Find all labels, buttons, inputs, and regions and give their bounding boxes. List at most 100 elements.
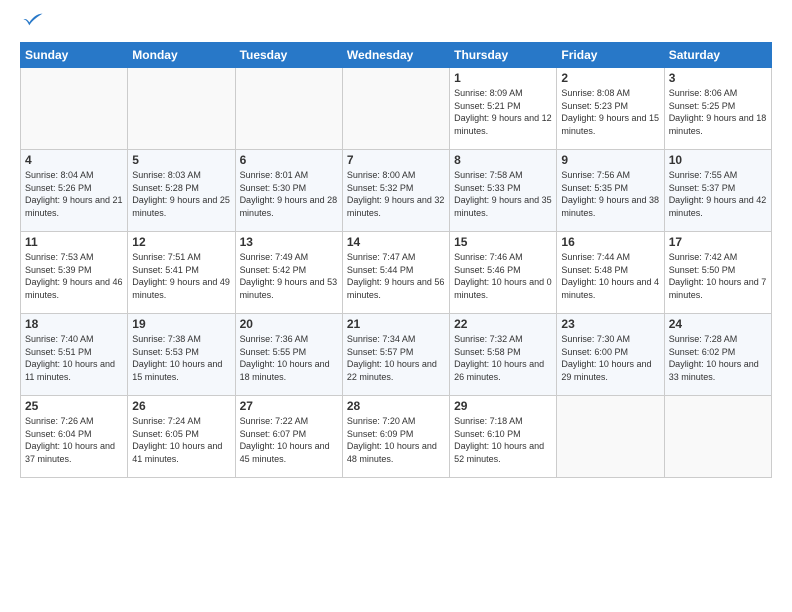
calendar-cell: 18 Sunrise: 7:40 AMSunset: 5:51 PMDayligh… xyxy=(21,314,128,396)
day-number: 22 xyxy=(454,317,552,331)
week-row-3: 11 Sunrise: 7:53 AMSunset: 5:39 PMDayligh… xyxy=(21,232,772,314)
day-number: 6 xyxy=(240,153,338,167)
day-number: 13 xyxy=(240,235,338,249)
week-row-1: 1Sunrise: 8:09 AMSunset: 5:21 PMDaylight… xyxy=(21,68,772,150)
day-number: 5 xyxy=(132,153,230,167)
weekday-saturday: Saturday xyxy=(664,43,771,68)
day-info: Sunrise: 7:51 AMSunset: 5:41 PMDaylight:… xyxy=(132,251,230,301)
day-number: 12 xyxy=(132,235,230,249)
day-number: 4 xyxy=(25,153,123,167)
weekday-thursday: Thursday xyxy=(450,43,557,68)
day-number: 16 xyxy=(561,235,659,249)
calendar-cell: 19 Sunrise: 7:38 AMSunset: 5:53 PMDayligh… xyxy=(128,314,235,396)
calendar-cell: 3Sunrise: 8:06 AMSunset: 5:25 PMDaylight… xyxy=(664,68,771,150)
calendar-cell: 25 Sunrise: 7:26 AMSunset: 6:04 PMDayligh… xyxy=(21,396,128,478)
calendar-cell: 28 Sunrise: 7:20 AMSunset: 6:09 PMDayligh… xyxy=(342,396,449,478)
day-info: Sunrise: 7:44 AMSunset: 5:48 PMDaylight:… xyxy=(561,251,659,301)
calendar-cell: 20 Sunrise: 7:36 AMSunset: 5:55 PMDayligh… xyxy=(235,314,342,396)
day-info: Sunrise: 8:09 AMSunset: 5:21 PMDaylight:… xyxy=(454,87,552,137)
day-info: Sunrise: 7:36 AMSunset: 5:55 PMDaylight:… xyxy=(240,333,338,383)
day-info: Sunrise: 7:42 AMSunset: 5:50 PMDaylight:… xyxy=(669,251,767,301)
calendar-cell: 17 Sunrise: 7:42 AMSunset: 5:50 PMDayligh… xyxy=(664,232,771,314)
calendar-cell xyxy=(128,68,235,150)
page: SundayMondayTuesdayWednesdayThursdayFrid… xyxy=(0,0,792,488)
day-number: 7 xyxy=(347,153,445,167)
day-info: Sunrise: 7:34 AMSunset: 5:57 PMDaylight:… xyxy=(347,333,445,383)
day-info: Sunrise: 8:08 AMSunset: 5:23 PMDaylight:… xyxy=(561,87,659,137)
day-info: Sunrise: 7:47 AMSunset: 5:44 PMDaylight:… xyxy=(347,251,445,301)
calendar-cell: 29 Sunrise: 7:18 AMSunset: 6:10 PMDayligh… xyxy=(450,396,557,478)
day-info: Sunrise: 8:00 AMSunset: 5:32 PMDaylight:… xyxy=(347,169,445,219)
day-info: Sunrise: 7:46 AMSunset: 5:46 PMDaylight:… xyxy=(454,251,552,301)
day-info: Sunrise: 7:20 AMSunset: 6:09 PMDaylight:… xyxy=(347,415,445,465)
logo xyxy=(20,16,44,32)
day-number: 8 xyxy=(454,153,552,167)
calendar-cell xyxy=(342,68,449,150)
calendar-cell: 14 Sunrise: 7:47 AMSunset: 5:44 PMDayligh… xyxy=(342,232,449,314)
calendar-cell xyxy=(235,68,342,150)
day-number: 25 xyxy=(25,399,123,413)
day-info: Sunrise: 7:55 AMSunset: 5:37 PMDaylight:… xyxy=(669,169,767,219)
calendar-cell: 27Sunrise: 7:22 AMSunset: 6:07 PMDayligh… xyxy=(235,396,342,478)
calendar-cell: 21Sunrise: 7:34 AMSunset: 5:57 PMDayligh… xyxy=(342,314,449,396)
day-number: 18 xyxy=(25,317,123,331)
day-number: 29 xyxy=(454,399,552,413)
day-number: 10 xyxy=(669,153,767,167)
day-info: Sunrise: 7:40 AMSunset: 5:51 PMDaylight:… xyxy=(25,333,123,383)
day-info: Sunrise: 7:38 AMSunset: 5:53 PMDaylight:… xyxy=(132,333,230,383)
day-number: 28 xyxy=(347,399,445,413)
calendar-cell xyxy=(21,68,128,150)
day-info: Sunrise: 8:01 AMSunset: 5:30 PMDaylight:… xyxy=(240,169,338,219)
day-info: Sunrise: 7:49 AMSunset: 5:42 PMDaylight:… xyxy=(240,251,338,301)
weekday-sunday: Sunday xyxy=(21,43,128,68)
day-number: 9 xyxy=(561,153,659,167)
calendar-cell: 16 Sunrise: 7:44 AMSunset: 5:48 PMDayligh… xyxy=(557,232,664,314)
calendar-cell: 5 Sunrise: 8:03 AMSunset: 5:28 PMDaylight… xyxy=(128,150,235,232)
day-info: Sunrise: 7:32 AMSunset: 5:58 PMDaylight:… xyxy=(454,333,552,383)
day-number: 17 xyxy=(669,235,767,249)
day-number: 26 xyxy=(132,399,230,413)
calendar-cell: 6 Sunrise: 8:01 AMSunset: 5:30 PMDaylight… xyxy=(235,150,342,232)
day-number: 20 xyxy=(240,317,338,331)
day-info: Sunrise: 7:26 AMSunset: 6:04 PMDaylight:… xyxy=(25,415,123,465)
day-info: Sunrise: 7:24 AMSunset: 6:05 PMDaylight:… xyxy=(132,415,230,465)
day-info: Sunrise: 7:58 AMSunset: 5:33 PMDaylight:… xyxy=(454,169,552,219)
day-info: Sunrise: 8:03 AMSunset: 5:28 PMDaylight:… xyxy=(132,169,230,219)
day-info: Sunrise: 8:06 AMSunset: 5:25 PMDaylight:… xyxy=(669,87,767,137)
calendar-cell: 11 Sunrise: 7:53 AMSunset: 5:39 PMDayligh… xyxy=(21,232,128,314)
day-number: 19 xyxy=(132,317,230,331)
day-info: Sunrise: 7:22 AMSunset: 6:07 PMDaylight:… xyxy=(240,415,338,465)
day-number: 2 xyxy=(561,71,659,85)
calendar-cell: 8 Sunrise: 7:58 AMSunset: 5:33 PMDaylight… xyxy=(450,150,557,232)
calendar-cell: 24 Sunrise: 7:28 AMSunset: 6:02 PMDayligh… xyxy=(664,314,771,396)
day-info: Sunrise: 7:28 AMSunset: 6:02 PMDaylight:… xyxy=(669,333,767,383)
calendar-cell: 26 Sunrise: 7:24 AMSunset: 6:05 PMDayligh… xyxy=(128,396,235,478)
week-row-4: 18 Sunrise: 7:40 AMSunset: 5:51 PMDayligh… xyxy=(21,314,772,396)
day-number: 15 xyxy=(454,235,552,249)
day-info: Sunrise: 7:30 AMSunset: 6:00 PMDaylight:… xyxy=(561,333,659,383)
day-info: Sunrise: 7:53 AMSunset: 5:39 PMDaylight:… xyxy=(25,251,123,301)
calendar-cell: 2 Sunrise: 8:08 AMSunset: 5:23 PMDaylight… xyxy=(557,68,664,150)
day-number: 14 xyxy=(347,235,445,249)
calendar-cell: 10 Sunrise: 7:55 AMSunset: 5:37 PMDayligh… xyxy=(664,150,771,232)
day-number: 11 xyxy=(25,235,123,249)
weekday-friday: Friday xyxy=(557,43,664,68)
day-info: Sunrise: 7:56 AMSunset: 5:35 PMDaylight:… xyxy=(561,169,659,219)
calendar-cell xyxy=(557,396,664,478)
calendar-cell: 4 Sunrise: 8:04 AMSunset: 5:26 PMDaylight… xyxy=(21,150,128,232)
calendar-cell: 13 Sunrise: 7:49 AMSunset: 5:42 PMDayligh… xyxy=(235,232,342,314)
day-number: 23 xyxy=(561,317,659,331)
day-info: Sunrise: 7:18 AMSunset: 6:10 PMDaylight:… xyxy=(454,415,552,465)
weekday-wednesday: Wednesday xyxy=(342,43,449,68)
weekday-tuesday: Tuesday xyxy=(235,43,342,68)
weekday-monday: Monday xyxy=(128,43,235,68)
calendar-cell: 7 Sunrise: 8:00 AMSunset: 5:32 PMDaylight… xyxy=(342,150,449,232)
day-info: Sunrise: 8:04 AMSunset: 5:26 PMDaylight:… xyxy=(25,169,123,219)
calendar-cell: 15 Sunrise: 7:46 AMSunset: 5:46 PMDayligh… xyxy=(450,232,557,314)
weekday-header-row: SundayMondayTuesdayWednesdayThursdayFrid… xyxy=(21,43,772,68)
header xyxy=(20,16,772,32)
calendar-cell: 23 Sunrise: 7:30 AMSunset: 6:00 PMDayligh… xyxy=(557,314,664,396)
calendar-cell: 22 Sunrise: 7:32 AMSunset: 5:58 PMDayligh… xyxy=(450,314,557,396)
week-row-5: 25 Sunrise: 7:26 AMSunset: 6:04 PMDayligh… xyxy=(21,396,772,478)
day-number: 24 xyxy=(669,317,767,331)
